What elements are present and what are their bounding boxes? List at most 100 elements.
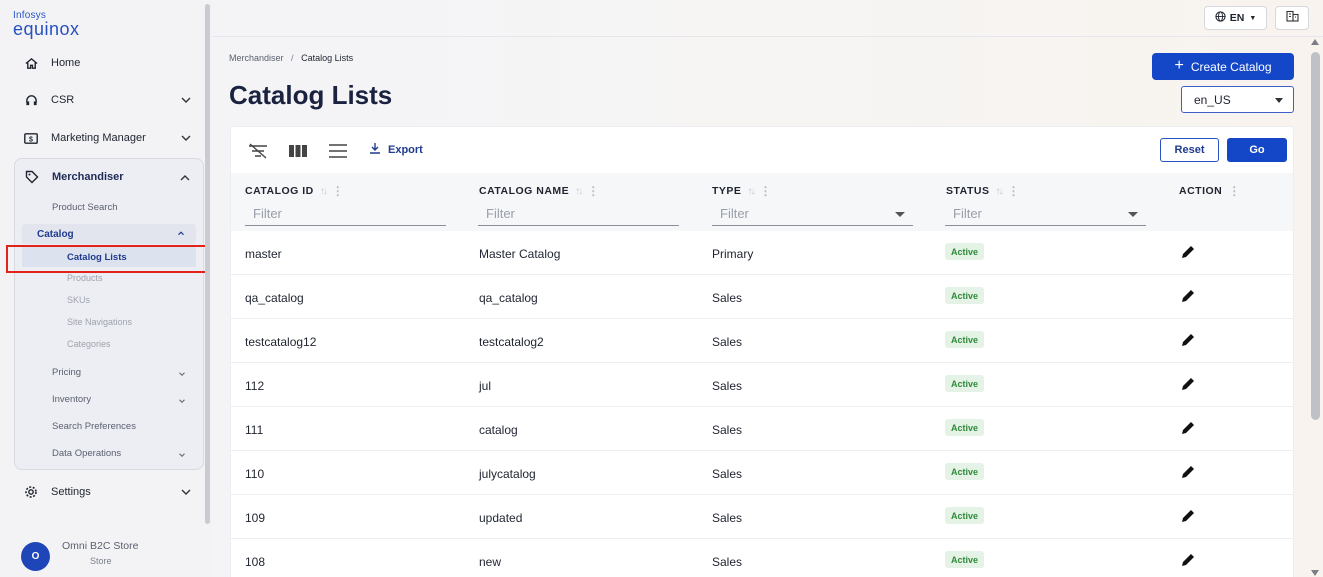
table-row[interactable]: 112 jul Sales Active — [231, 363, 1293, 407]
sidebar-scrollbar[interactable] — [205, 4, 210, 524]
cell-type: Sales — [712, 291, 743, 305]
column-menu-icon[interactable]: ⋮ — [1228, 184, 1241, 198]
breadcrumb-parent[interactable]: Merchandiser — [229, 53, 284, 63]
dollar-icon: $ — [23, 130, 39, 146]
table-row[interactable]: testcatalog12 testcatalog2 Sales Active — [231, 319, 1293, 363]
sidebar-subitem-catalog-lists[interactable]: Catalog Lists — [22, 247, 196, 267]
avatar: O — [21, 542, 50, 571]
sidebar-subitem-search-preferences[interactable]: Search Preferences — [52, 421, 136, 432]
sidebar-subitem-skus[interactable]: SKUs — [67, 295, 90, 305]
chevron-down-icon — [179, 399, 185, 404]
sidebar-subitem-data-operations[interactable]: Data Operations — [52, 448, 121, 459]
sidebar-subitem-categories[interactable]: Categories — [67, 339, 111, 349]
sidebar-item-label: Marketing Manager — [51, 132, 146, 144]
column-menu-icon[interactable]: ⋮ — [1007, 184, 1020, 198]
language-selector[interactable]: EN ▼ — [1204, 6, 1267, 30]
sidebar-item-label: Home — [51, 57, 81, 69]
sidebar-item-csr[interactable]: CSR — [14, 85, 204, 115]
table-row[interactable]: 111 catalog Sales Active — [231, 407, 1293, 451]
store-type: Store — [90, 556, 112, 566]
cell-catalog-name: new — [479, 555, 502, 569]
export-button[interactable]: Export — [369, 142, 423, 157]
filter-placeholder: Filter — [720, 206, 749, 221]
scroll-up-arrow-icon[interactable] — [1311, 39, 1319, 45]
organization-button[interactable] — [1275, 6, 1309, 30]
sidebar-item-merchandiser[interactable]: Merchandiser — [15, 162, 203, 192]
filter-select-type[interactable]: Filter — [712, 202, 913, 226]
columns-icon[interactable] — [287, 141, 309, 161]
sort-icon[interactable]: ↑↓ — [995, 186, 1003, 197]
cell-catalog-id: master — [245, 247, 282, 261]
chevron-down-icon — [181, 135, 191, 141]
cell-catalog-id: 108 — [245, 555, 266, 569]
sidebar-item-settings[interactable]: Settings — [14, 477, 204, 507]
infosys-equinox-logo[interactable]: Infosys equinox — [13, 11, 80, 39]
chevron-down-icon — [179, 372, 185, 377]
sort-icon[interactable]: ↑↓ — [320, 186, 328, 197]
scroll-down-arrow-icon[interactable] — [1311, 570, 1319, 576]
status-badge: Active — [945, 243, 985, 260]
building-icon — [1285, 9, 1299, 27]
sidebar-subitem-products[interactable]: Products — [67, 273, 103, 283]
table-row[interactable]: qa_catalog qa_catalog Sales Active — [231, 275, 1293, 319]
gear-icon — [23, 484, 39, 500]
status-badge: Active — [945, 507, 985, 524]
reset-button[interactable]: Reset — [1160, 138, 1219, 162]
page-title: Catalog Lists — [229, 80, 393, 110]
table-row[interactable]: 109 updated Sales Active — [231, 495, 1293, 539]
sort-icon[interactable]: ↑↓ — [747, 186, 755, 197]
edit-icon[interactable] — [1179, 243, 1197, 261]
cell-type: Sales — [712, 379, 743, 393]
locale-select[interactable]: en_US — [1181, 86, 1294, 113]
density-icon[interactable] — [327, 141, 349, 161]
table-row[interactable]: master Master Catalog Primary Active — [231, 231, 1293, 275]
table-row[interactable]: 110 julycatalog Sales Active — [231, 451, 1293, 495]
edit-icon[interactable] — [1179, 507, 1197, 525]
edit-icon[interactable] — [1179, 463, 1197, 481]
filter-select-status[interactable]: Filter — [945, 202, 1146, 226]
edit-icon[interactable] — [1179, 419, 1197, 437]
chevron-up-icon — [180, 175, 190, 181]
create-catalog-button[interactable]: + Create Catalog — [1152, 53, 1294, 80]
filter-input-catalog-name[interactable]: Filter — [478, 202, 679, 226]
column-header-type[interactable]: TYPE ↑↓ ⋮ — [712, 184, 772, 198]
edit-icon[interactable] — [1179, 331, 1197, 349]
edit-icon[interactable] — [1179, 551, 1197, 569]
column-menu-icon[interactable]: ⋮ — [759, 184, 772, 198]
sidebar-subitem-product-search[interactable]: Product Search — [52, 202, 117, 213]
clear-filter-icon[interactable] — [247, 141, 269, 161]
sort-icon[interactable]: ↑↓ — [575, 186, 583, 197]
create-catalog-label: Create Catalog — [1190, 59, 1272, 74]
go-button[interactable]: Go — [1227, 138, 1287, 162]
cell-type: Sales — [712, 555, 743, 569]
locale-value: en_US — [1194, 92, 1231, 107]
sidebar-item-marketing-manager[interactable]: $ Marketing Manager — [14, 123, 204, 153]
catalog-table-panel: Export Reset Go CATALOG ID ↑↓ ⋮ CATALOG … — [230, 126, 1294, 577]
table-row[interactable]: 108 new Sales Active — [231, 539, 1293, 577]
sidebar-subitem-inventory[interactable]: Inventory — [52, 394, 91, 405]
download-icon — [369, 142, 381, 157]
sidebar-subitem-catalog[interactable]: Catalog — [22, 224, 196, 244]
edit-icon[interactable] — [1179, 375, 1197, 393]
sidebar-item-home[interactable]: Home — [14, 48, 204, 78]
column-menu-icon[interactable]: ⋮ — [587, 184, 600, 198]
caret-down-icon: ▼ — [1249, 14, 1257, 22]
column-header-label: ACTION — [1179, 185, 1223, 197]
column-header-catalog-id[interactable]: CATALOG ID ↑↓ ⋮ — [245, 184, 344, 198]
column-header-status[interactable]: STATUS ↑↓ ⋮ — [946, 184, 1020, 198]
status-badge: Active — [945, 419, 985, 436]
filter-input-catalog-id[interactable]: Filter — [245, 202, 446, 226]
sidebar-subitem-pricing[interactable]: Pricing — [52, 367, 81, 378]
column-header-catalog-name[interactable]: CATALOG NAME ↑↓ ⋮ — [479, 184, 600, 198]
edit-icon[interactable] — [1179, 287, 1197, 305]
column-header-action: ACTION ⋮ — [1179, 184, 1241, 198]
filter-placeholder: Filter — [953, 206, 982, 221]
cell-type: Sales — [712, 467, 743, 481]
sidebar-subitem-label: Catalog Lists — [67, 251, 127, 263]
cell-type: Sales — [712, 511, 743, 525]
store-switcher[interactable]: O Omni B2C Store Store — [20, 538, 190, 572]
sidebar-subitem-site-navigations[interactable]: Site Navigations — [67, 317, 132, 327]
page-scrollbar[interactable] — [1311, 52, 1320, 420]
cell-catalog-name: qa_catalog — [479, 291, 538, 305]
column-menu-icon[interactable]: ⋮ — [332, 184, 345, 198]
